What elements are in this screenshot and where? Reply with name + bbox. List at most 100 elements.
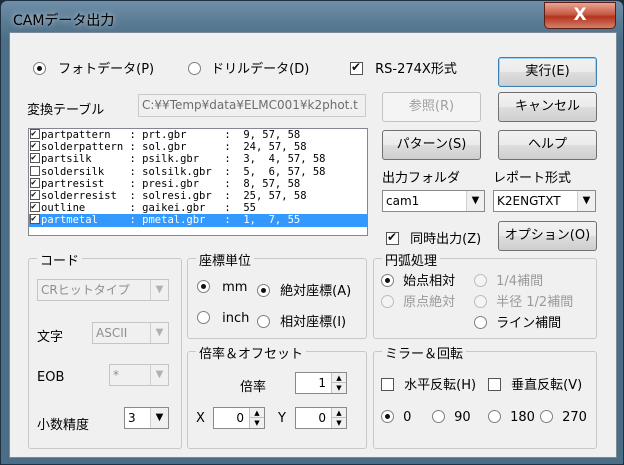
layer-checkbox[interactable] (30, 201, 40, 213)
layer-file: solresi.gbr (142, 189, 219, 202)
layer-separator: : (218, 214, 244, 227)
offset-x-spinner[interactable]: 0 ▲ ▼ (213, 407, 265, 429)
layer-list[interactable]: partpattern : prt.gbr : 9, 57, 58solderp… (28, 128, 368, 236)
origin-absolute-radio[interactable]: 原点絶対 (381, 291, 455, 310)
chevron-down-icon: ▼ (150, 280, 168, 300)
help-button[interactable]: ヘルプ (498, 130, 597, 160)
rotate-90-radio[interactable]: 90 (432, 410, 471, 425)
pattern-button[interactable]: パターン(S) (382, 130, 481, 160)
radio-indicator (257, 315, 270, 328)
eob-select[interactable]: * ▼ (109, 364, 169, 386)
chevron-down-icon[interactable]: ▼ (150, 408, 168, 428)
mm-radio[interactable]: mm (197, 280, 247, 295)
photo-data-radio[interactable]: フォトデータ(P) (33, 58, 154, 77)
quarter-interp-label: 1/4補間 (496, 274, 544, 289)
horizontal-flip-checkbox[interactable]: 水平反転(H) (381, 374, 476, 393)
layer-row[interactable]: solderresist : solresi.gbr : 25, 57, 58 (29, 189, 367, 202)
precision-select[interactable]: 3 ▼ (124, 407, 169, 429)
rotate-180-radio[interactable]: 180 (488, 410, 535, 425)
inch-radio[interactable]: inch (197, 311, 249, 326)
rotate-0-radio[interactable]: 0 (381, 410, 411, 425)
layer-row[interactable]: outline : gaikei.gbr : 55 (29, 201, 367, 215)
layer-codes: 25, 57, 58 (243, 189, 307, 202)
options-button[interactable]: オプション(O) (498, 221, 597, 251)
rotate-270-radio[interactable]: 270 (540, 410, 587, 425)
layer-file: psilk.gbr (142, 153, 219, 166)
browse-button[interactable]: 参照(R) (382, 92, 481, 122)
layer-checkbox[interactable] (30, 177, 40, 189)
conversion-table-label: 変換テーブル (27, 103, 105, 118)
eob-label: EOB (37, 370, 65, 385)
layer-name: outline (41, 202, 124, 215)
layer-codes: 5, 6, 57, 58 (243, 165, 326, 178)
line-interp-radio[interactable]: ライン補間 (474, 312, 561, 331)
cancel-button[interactable]: キャンセル (498, 92, 597, 122)
drill-data-radio[interactable]: ドリルデータ(D) (188, 58, 309, 77)
relative-coord-radio[interactable]: 相対座標(I) (257, 311, 346, 330)
start-relative-radio[interactable]: 始点相対 (381, 270, 455, 289)
eob-value: * (113, 368, 119, 382)
spin-down-icon[interactable]: ▼ (331, 418, 346, 428)
absolute-coord-label: 絶対座標(A) (280, 284, 352, 299)
chevron-down-icon[interactable]: ▼ (577, 191, 595, 211)
offset-y-spinner[interactable]: 0 ▲ ▼ (295, 407, 347, 429)
layer-separator: : (123, 153, 143, 166)
report-format-value: K2ENGTXT (497, 194, 561, 208)
half-radius-radio[interactable]: 半径 1/2補間 (474, 291, 573, 310)
layer-file: prt.gbr (142, 129, 219, 141)
spin-up-icon[interactable]: ▲ (331, 373, 346, 383)
char-select[interactable]: ASCII ▼ (92, 322, 169, 344)
layer-checkbox[interactable] (30, 213, 40, 225)
layer-row[interactable]: partmetal : pmetal.gbr : 1, 7, 55 (29, 213, 367, 227)
coord-unit-group: 座標単位 mm 絶対座標(A) inch 相対座標(I) (187, 250, 367, 339)
close-button[interactable]: X (544, 2, 616, 29)
layer-row[interactable]: partsilk : psilk.gbr : 3, 4, 57, 58 (29, 152, 367, 166)
layer-checkbox[interactable] (30, 140, 40, 152)
layer-name: soldersilk (41, 165, 124, 178)
layer-checkbox[interactable] (30, 189, 40, 201)
mirror-rotation-group: ミラー＆回転 水平反転(H) 垂直反転(V) 0 90 180 270 (373, 343, 597, 449)
scale-spinner[interactable]: 1 ▲ ▼ (295, 372, 347, 394)
absolute-coord-radio[interactable]: 絶対座標(A) (257, 280, 351, 299)
arc-processing-title: 円弧処理 (382, 250, 441, 269)
report-format-select[interactable]: K2ENGTXT ▼ (493, 190, 596, 212)
coord-unit-title: 座標単位 (196, 250, 255, 269)
rs274x-checkbox[interactable]: RS-274X形式 (350, 58, 457, 77)
layer-name: solderpattern (41, 141, 124, 154)
layer-name: solderresist (41, 189, 124, 202)
code-group-title: コード (37, 250, 83, 269)
layer-row[interactable]: solderpattern : sol.gbr : 24, 57, 58 (29, 140, 367, 154)
layer-separator: : (218, 153, 244, 166)
layer-checkbox[interactable] (30, 152, 40, 164)
layer-name: partsilk (41, 153, 124, 166)
layer-codes: 9, 57, 58 (243, 129, 301, 141)
layer-codes: 55 (243, 202, 256, 215)
layer-row[interactable]: partpattern : prt.gbr : 9, 57, 58 (29, 129, 367, 141)
spin-down-icon[interactable]: ▼ (331, 383, 346, 393)
layer-row[interactable]: partresist : presi.gbr : 8, 57, 58 (29, 177, 367, 190)
quarter-interp-radio[interactable]: 1/4補間 (474, 270, 543, 289)
layer-row[interactable]: soldersilk : solsilk.gbr : 5, 6, 57, 58 (29, 165, 367, 178)
layer-checkbox[interactable] (30, 129, 40, 140)
simultaneous-output-checkbox[interactable]: 同時出力(Z) (386, 228, 481, 247)
vertical-flip-checkbox[interactable]: 垂直反転(V) (488, 374, 582, 393)
execute-button[interactable]: 実行(E) (498, 57, 597, 87)
horizontal-flip-label: 水平反転(H) (404, 378, 477, 393)
output-folder-select[interactable]: cam1 ▼ (382, 190, 485, 212)
rs274x-label: RS-274X形式 (375, 62, 457, 77)
scale-offset-group: 倍率＆オフセット 倍率 1 ▲ ▼ X 0 ▲ ▼ Y 0 ▲ ▼ (187, 343, 367, 449)
layer-name: partpattern (41, 129, 124, 141)
precision-label: 小数精度 (37, 418, 90, 433)
layer-file: presi.gbr (142, 177, 219, 190)
report-format-label: レポート形式 (493, 171, 572, 186)
radio-indicator (474, 274, 487, 287)
radio-indicator (33, 62, 46, 75)
chevron-down-icon[interactable]: ▼ (466, 191, 484, 211)
code-type-select[interactable]: CRヒットタイプ ▼ (37, 279, 169, 301)
conversion-table-path[interactable]: C:¥¥Temp¥data¥ELMC001¥k2phot.t (138, 94, 366, 117)
layer-checkbox[interactable] (30, 165, 40, 176)
spin-down-icon[interactable]: ▼ (249, 418, 264, 428)
arc-processing-group: 円弧処理 始点相対 1/4補間 原点絶対 半径 1/2補間 ライン補間 (373, 250, 597, 339)
spin-up-icon[interactable]: ▲ (331, 408, 346, 418)
spin-up-icon[interactable]: ▲ (249, 408, 264, 418)
